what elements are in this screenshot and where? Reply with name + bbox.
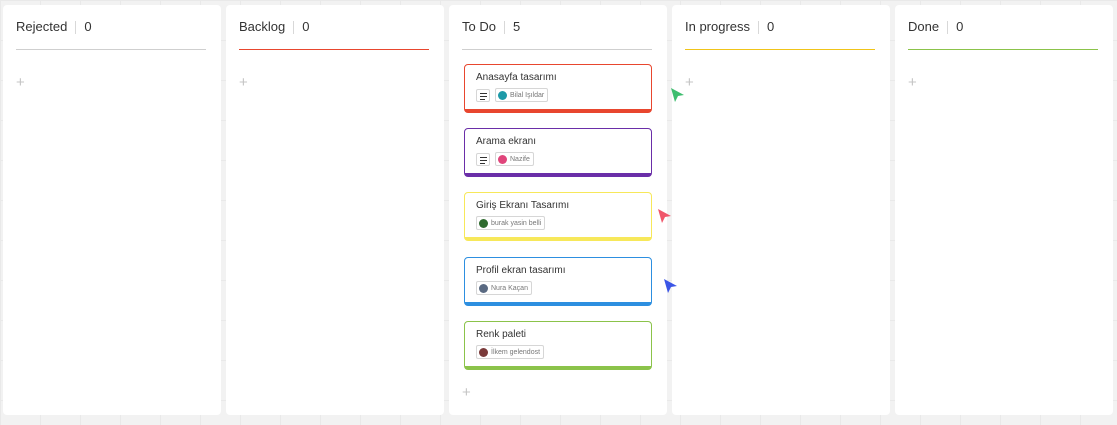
column-in-progress: In progress 0 + xyxy=(672,5,890,415)
column-header: Backlog 0 xyxy=(239,19,429,50)
column-count: 5 xyxy=(512,19,521,34)
assignee-chip[interactable]: burak yasin belli xyxy=(476,216,546,230)
card-title: Renk paleti xyxy=(476,329,527,340)
description-icon xyxy=(476,88,490,102)
card-meta: Nura Kaçan xyxy=(476,281,532,295)
column-title: Done xyxy=(908,19,940,34)
assignee-name: burak yasin belli xyxy=(491,219,542,227)
card-meta: Nazife xyxy=(476,152,534,166)
column-backlog: Backlog 0 + xyxy=(226,5,444,415)
column-count: 0 xyxy=(956,19,964,34)
card-meta: burak yasin belli xyxy=(476,216,546,230)
column-title: To Do xyxy=(462,19,496,34)
cursor-arrow-icon xyxy=(658,209,671,223)
column-title: Rejected xyxy=(16,19,68,34)
column-header: In progress 0 xyxy=(685,19,875,50)
add-card-button[interactable]: + xyxy=(462,385,471,400)
task-card[interactable]: Giriş Ekranı Tasarımı burak yasin belli xyxy=(464,192,652,241)
description-icon xyxy=(476,152,490,166)
task-card[interactable]: Profil ekran tasarımı Nura Kaçan xyxy=(464,257,652,306)
column-header: Done 0 xyxy=(908,19,1098,50)
card-title: Anasayfa tasarımı xyxy=(476,72,557,83)
assignee-name: Nura Kaçan xyxy=(491,284,528,292)
avatar xyxy=(479,283,488,293)
avatar xyxy=(479,218,488,228)
column-header: Rejected 0 xyxy=(16,19,206,50)
column-header: To Do 5 xyxy=(462,19,652,50)
avatar xyxy=(498,154,507,164)
column-title: Backlog xyxy=(239,19,286,34)
task-card[interactable]: Anasayfa tasarımı Bilal Işıldar xyxy=(464,64,652,113)
avatar xyxy=(479,347,488,357)
column-count: 0 xyxy=(302,19,310,34)
column-rejected: Rejected 0 + xyxy=(3,5,221,415)
assignee-chip[interactable]: Bilal Işıldar xyxy=(495,88,549,102)
task-card[interactable]: Arama ekranı Nazife xyxy=(464,128,652,177)
add-card-button[interactable]: + xyxy=(239,75,248,90)
assignee-chip[interactable]: İlkem gelendost xyxy=(476,345,545,359)
task-card[interactable]: Renk paleti İlkem gelendost xyxy=(464,321,652,370)
card-meta: İlkem gelendost xyxy=(476,345,545,359)
avatar xyxy=(498,90,507,100)
kanban-board: Rejected 0 + Backlog 0 + To Do 5 Anasayf… xyxy=(0,0,1117,425)
assignee-name: Nazife xyxy=(510,155,530,163)
assignee-name: İlkem gelendost xyxy=(491,348,541,356)
add-card-button[interactable]: + xyxy=(908,75,917,90)
assignee-chip[interactable]: Nazife xyxy=(495,152,534,166)
column-todo: To Do 5 Anasayfa tasarımı Bilal Işıldar … xyxy=(449,5,667,415)
card-title: Giriş Ekranı Tasarımı xyxy=(476,200,570,211)
card-title: Arama ekranı xyxy=(476,136,537,147)
column-count: 0 xyxy=(84,19,92,34)
card-meta: Bilal Işıldar xyxy=(476,88,549,102)
cursor-arrow-icon xyxy=(664,279,677,293)
column-done: Done 0 + xyxy=(895,5,1113,415)
add-card-button[interactable]: + xyxy=(685,75,694,90)
column-title: In progress xyxy=(685,19,751,34)
column-count: 0 xyxy=(767,19,775,34)
card-title: Profil ekran tasarımı xyxy=(476,265,566,276)
assignee-name: Bilal Işıldar xyxy=(510,91,545,99)
cursor-arrow-icon xyxy=(671,88,684,102)
add-card-button[interactable]: + xyxy=(16,75,25,90)
assignee-chip[interactable]: Nura Kaçan xyxy=(476,281,532,295)
